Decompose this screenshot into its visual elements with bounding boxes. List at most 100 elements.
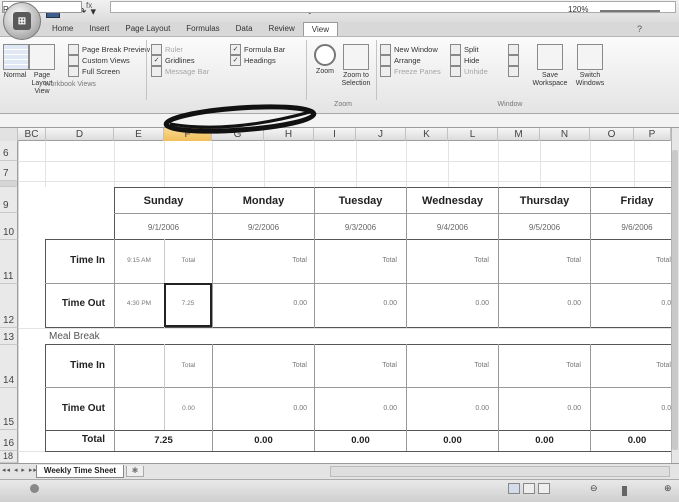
save-workspace-button[interactable]: Save Workspace bbox=[530, 44, 570, 88]
total-label[interactable]: Total bbox=[441, 257, 489, 264]
unhide-button[interactable]: Unhide bbox=[450, 66, 488, 77]
row-header[interactable]: 18 bbox=[0, 451, 18, 463]
normal-view-status-icon[interactable] bbox=[508, 483, 520, 494]
formula-input[interactable] bbox=[110, 1, 676, 13]
column-header[interactable]: I bbox=[314, 128, 356, 141]
freeze-panes-button[interactable]: Freeze Panes bbox=[380, 66, 441, 77]
column-header[interactable]: BC bbox=[18, 128, 46, 141]
zoom-out-icon[interactable]: ⊖ bbox=[590, 483, 598, 494]
sheet-nav-arrows-icon[interactable]: ◂◂ ◂ ▸ ▸▸ bbox=[2, 466, 38, 474]
column-header[interactable]: D bbox=[46, 128, 114, 141]
vertical-scroll-thumb[interactable] bbox=[672, 150, 678, 450]
column-header[interactable]: O bbox=[590, 128, 634, 141]
sunday-hours[interactable]: 7.25 bbox=[165, 300, 211, 307]
insert-sheet-icon[interactable]: ✱ bbox=[126, 466, 144, 477]
hours-value[interactable]: 0.00 bbox=[533, 405, 581, 412]
normal-view-button[interactable]: Normal bbox=[3, 44, 29, 79]
hours-value[interactable]: 0.00 bbox=[625, 300, 671, 307]
total-label[interactable]: Total bbox=[259, 257, 307, 264]
arrange-button[interactable]: Arrange bbox=[380, 55, 441, 66]
tab-review[interactable]: Review bbox=[261, 22, 303, 36]
row-header[interactable]: 16 bbox=[0, 430, 18, 451]
fx-icon[interactable]: fx bbox=[86, 1, 106, 13]
headings-checkbox[interactable]: ✓ Headings bbox=[230, 55, 285, 66]
hours-value[interactable]: 0.00 bbox=[165, 405, 212, 412]
total-label[interactable]: Total bbox=[259, 362, 307, 369]
hours-value[interactable]: 0.00 bbox=[349, 405, 397, 412]
zoom-level[interactable]: 120% bbox=[568, 5, 588, 14]
zoom-slider-thumb[interactable] bbox=[622, 486, 627, 496]
zoom-in-icon[interactable]: ⊕ bbox=[664, 483, 672, 494]
day-total[interactable]: 0.00 bbox=[213, 435, 314, 446]
tab-insert[interactable]: Insert bbox=[81, 22, 117, 36]
tab-formulas[interactable]: Formulas bbox=[178, 22, 227, 36]
synchronous-scrolling-button[interactable] bbox=[508, 55, 522, 66]
macro-record-icon[interactable] bbox=[30, 484, 39, 493]
tab-data[interactable]: Data bbox=[228, 22, 261, 36]
sunday-total-label[interactable]: Total bbox=[165, 257, 212, 264]
row-header[interactable]: 10 bbox=[0, 213, 18, 240]
day-total[interactable]: 0.00 bbox=[407, 435, 498, 446]
help-icon[interactable]: ? bbox=[637, 24, 642, 34]
day-total[interactable]: 7.25 bbox=[115, 435, 212, 446]
row-header[interactable]: 7 bbox=[0, 161, 18, 181]
formula-bar-checkbox[interactable]: ✓ Formula Bar bbox=[230, 44, 285, 55]
select-all-corner[interactable] bbox=[0, 128, 18, 141]
tab-page-layout[interactable]: Page Layout bbox=[117, 22, 178, 36]
sunday-time-in[interactable]: 9:15 AM bbox=[115, 257, 163, 264]
horizontal-scrollbar[interactable] bbox=[330, 466, 670, 477]
total-label[interactable]: Total bbox=[165, 362, 212, 369]
hide-button[interactable]: Hide bbox=[450, 55, 488, 66]
page-layout-view-button[interactable]: Page Layout View bbox=[26, 44, 58, 96]
column-header[interactable]: M bbox=[498, 128, 540, 141]
row-header[interactable]: 12 bbox=[0, 284, 18, 328]
hours-value[interactable]: 0.00 bbox=[625, 405, 671, 412]
row-header[interactable]: 15 bbox=[0, 388, 18, 430]
zoom-button[interactable]: Zoom bbox=[310, 44, 340, 75]
total-label[interactable]: Total bbox=[533, 362, 581, 369]
column-header[interactable]: J bbox=[356, 128, 406, 141]
office-button[interactable]: ⊞ bbox=[3, 2, 41, 40]
zoom-to-selection-button[interactable]: Zoom to Selection bbox=[340, 44, 372, 88]
total-label[interactable]: Total bbox=[625, 257, 671, 264]
row-header[interactable]: 13 bbox=[0, 328, 18, 345]
row-header[interactable]: 9 bbox=[0, 187, 18, 213]
custom-views-button[interactable]: Custom Views bbox=[68, 55, 150, 66]
hours-value[interactable]: 0.00 bbox=[349, 300, 397, 307]
column-header[interactable]: K bbox=[406, 128, 448, 141]
tab-home[interactable]: Home bbox=[44, 22, 81, 36]
day-total[interactable]: 0.00 bbox=[499, 435, 590, 446]
column-header[interactable]: E bbox=[114, 128, 164, 141]
hours-value[interactable]: 0.00 bbox=[533, 300, 581, 307]
reset-window-position-button[interactable] bbox=[508, 66, 522, 77]
full-screen-button[interactable]: Full Screen bbox=[68, 66, 150, 77]
column-header[interactable]: L bbox=[448, 128, 498, 141]
hours-value[interactable]: 0.00 bbox=[441, 405, 489, 412]
total-label[interactable]: Total bbox=[625, 362, 671, 369]
row-header[interactable]: 14 bbox=[0, 345, 18, 388]
hours-value[interactable]: 0.00 bbox=[259, 405, 307, 412]
total-label[interactable]: Total bbox=[533, 257, 581, 264]
new-window-button[interactable]: New Window bbox=[380, 44, 441, 55]
total-label[interactable]: Total bbox=[349, 257, 397, 264]
total-label[interactable]: Total bbox=[441, 362, 489, 369]
zoom-slider[interactable] bbox=[600, 10, 660, 12]
hours-value[interactable]: 0.00 bbox=[441, 300, 489, 307]
gridlines-checkbox[interactable]: ✓ Gridlines bbox=[151, 55, 209, 66]
worksheet-grid[interactable]: Sunday Monday Tuesday Wednesday Thursday… bbox=[19, 141, 671, 463]
view-side-by-side-button[interactable] bbox=[508, 44, 522, 55]
page-layout-status-icon[interactable] bbox=[523, 483, 535, 494]
column-header[interactable]: N bbox=[540, 128, 590, 141]
sunday-time-out[interactable]: 4:30 PM bbox=[115, 300, 163, 307]
split-button[interactable]: Split bbox=[450, 44, 488, 55]
switch-windows-button[interactable]: Switch Windows bbox=[570, 44, 610, 88]
sheet-tab-weekly-time-sheet[interactable]: Weekly Time Sheet bbox=[36, 465, 124, 478]
tab-view[interactable]: View bbox=[302, 22, 338, 37]
ruler-checkbox[interactable]: Ruler bbox=[151, 44, 209, 55]
message-bar-checkbox[interactable]: Message Bar bbox=[151, 66, 209, 77]
day-total[interactable]: 0.00 bbox=[315, 435, 406, 446]
page-break-preview-button[interactable]: Page Break Preview bbox=[68, 44, 150, 55]
page-break-status-icon[interactable] bbox=[538, 483, 550, 494]
row-header[interactable]: 6 bbox=[0, 141, 18, 161]
row-header[interactable]: 11 bbox=[0, 240, 18, 284]
